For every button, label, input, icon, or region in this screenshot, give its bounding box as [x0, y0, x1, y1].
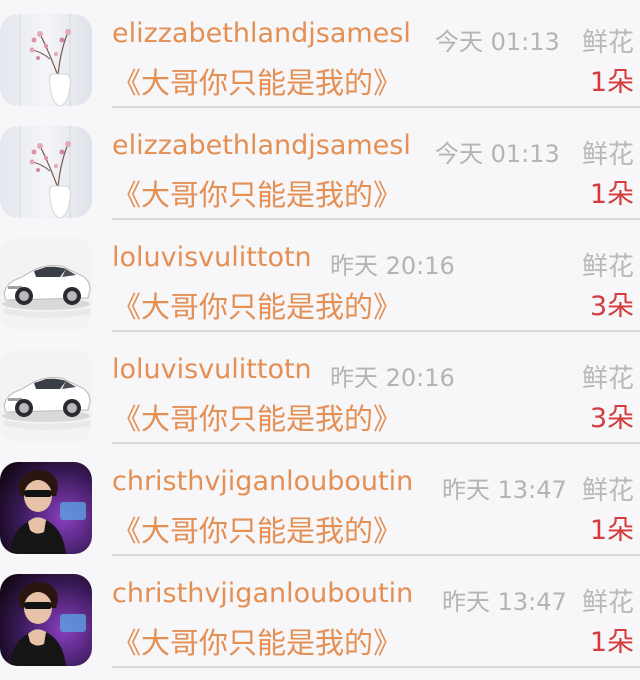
list-item[interactable]: elizzabethlandjsamesl 今天 01:13 鲜花 《大哥你只能… [0, 112, 640, 224]
timestamp: 昨天 13:47 [442, 476, 567, 504]
message-text: 《大哥你只能是我的》 [112, 402, 403, 436]
gift-type: 鲜花 [581, 476, 634, 506]
timestamp: 今天 01:13 [435, 28, 560, 56]
gift-count: 1朵 [589, 515, 634, 546]
username[interactable]: loluvisvulittotn [112, 242, 312, 273]
divider [112, 666, 640, 668]
timestamp: 今天 01:13 [435, 140, 560, 168]
person-icon [0, 462, 92, 554]
gift-count: 1朵 [589, 627, 634, 658]
message-text: 《大哥你只能是我的》 [112, 178, 403, 212]
person-icon [0, 574, 92, 666]
divider [112, 106, 640, 108]
gift-type: 鲜花 [581, 140, 634, 170]
avatar[interactable] [0, 238, 92, 330]
avatar[interactable] [0, 126, 92, 218]
gift-count: 3朵 [589, 291, 634, 322]
username[interactable]: christhvjiganlouboutin [112, 578, 413, 609]
message-text: 《大哥你只能是我的》 [112, 626, 403, 660]
username[interactable]: elizzabethlandjsamesl [112, 18, 411, 49]
gift-type: 鲜花 [581, 252, 634, 282]
timestamp: 昨天 13:47 [442, 588, 567, 616]
list-item[interactable]: loluvisvulittotn 昨天 20:16 鲜花 《大哥你只能是我的》 … [0, 224, 640, 336]
username[interactable]: christhvjiganlouboutin [112, 466, 413, 497]
avatar[interactable] [0, 574, 92, 666]
car-icon [0, 350, 92, 442]
list-item[interactable]: loluvisvulittotn 昨天 20:16 鲜花 《大哥你只能是我的》 … [0, 336, 640, 448]
timestamp: 昨天 20:16 [330, 252, 455, 280]
car-icon [0, 238, 92, 330]
divider [112, 554, 640, 556]
flower-vase-icon [0, 126, 92, 218]
flower-vase-icon [0, 14, 92, 106]
message-text: 《大哥你只能是我的》 [112, 66, 403, 100]
list-item[interactable]: elizzabethlandjsamesl 今天 01:13 鲜花 《大哥你只能… [0, 0, 640, 112]
gift-type: 鲜花 [581, 588, 634, 618]
gift-count: 1朵 [589, 179, 634, 210]
divider [112, 218, 640, 220]
avatar[interactable] [0, 462, 92, 554]
gift-type: 鲜花 [581, 364, 634, 394]
username[interactable]: elizzabethlandjsamesl [112, 130, 411, 161]
divider [112, 330, 640, 332]
list-item[interactable]: christhvjiganlouboutin 昨天 13:47 鲜花 《大哥你只… [0, 560, 640, 672]
message-text: 《大哥你只能是我的》 [112, 514, 403, 548]
list-item[interactable]: christhvjiganlouboutin 昨天 13:47 鲜花 《大哥你只… [0, 448, 640, 560]
gift-type: 鲜花 [581, 28, 634, 58]
avatar[interactable] [0, 350, 92, 442]
gift-count: 3朵 [589, 403, 634, 434]
divider [112, 442, 640, 444]
avatar[interactable] [0, 14, 92, 106]
timestamp: 昨天 20:16 [330, 364, 455, 392]
gift-count: 1朵 [589, 67, 634, 98]
gift-record-list: elizzabethlandjsamesl 今天 01:13 鲜花 《大哥你只能… [0, 0, 640, 680]
username[interactable]: loluvisvulittotn [112, 354, 312, 385]
message-text: 《大哥你只能是我的》 [112, 290, 403, 324]
